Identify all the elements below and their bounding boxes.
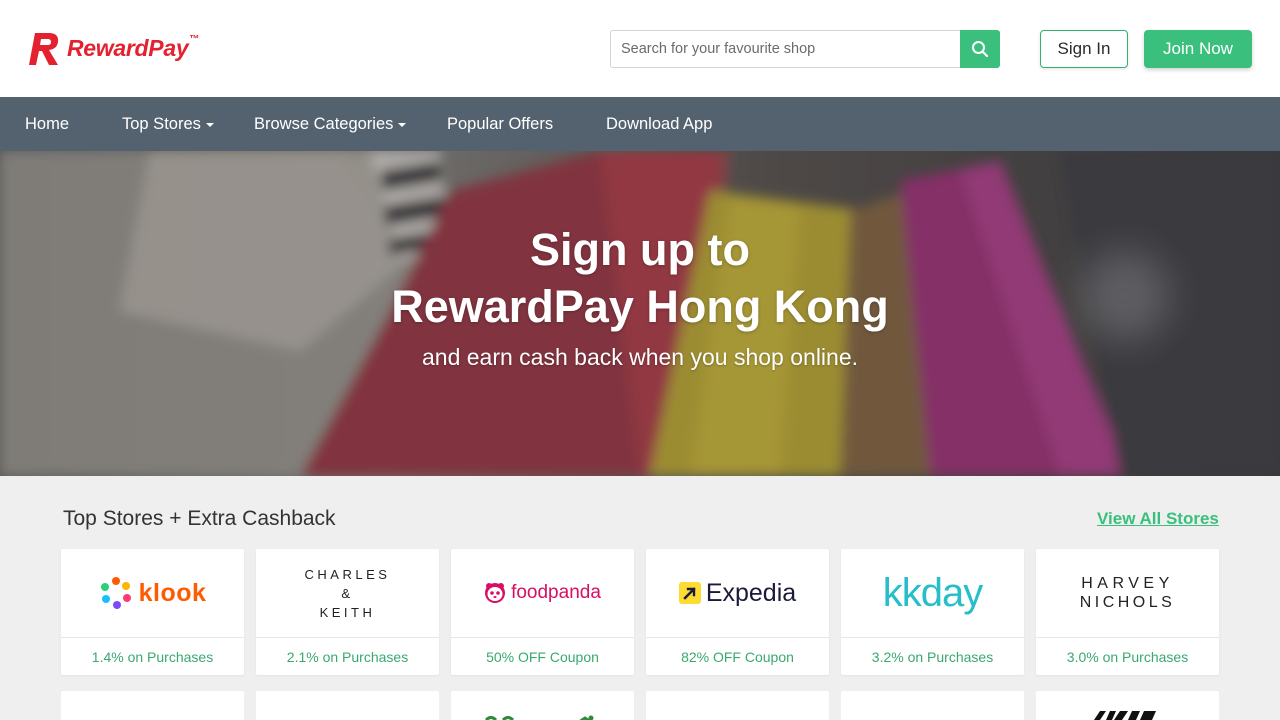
hero-banner: Sign up to RewardPay Hong Kong and earn … bbox=[0, 151, 1280, 476]
store-logo-klook: klook bbox=[61, 549, 244, 638]
rewardpay-logo[interactable]: RewardPay ™ bbox=[25, 28, 199, 68]
klook-logo-icon bbox=[100, 577, 131, 609]
store-logo-partial-icon bbox=[1094, 711, 1156, 720]
hero-title-line-2: RewardPay Hong Kong bbox=[391, 281, 889, 332]
join-now-button[interactable]: Join Now bbox=[1144, 30, 1252, 68]
nav-item-browse-categories[interactable]: Browse Categories bbox=[254, 97, 407, 151]
store-card-kkday[interactable]: kkday 3.2% on Purchases bbox=[841, 549, 1024, 675]
store-logo-expedia: Expedia bbox=[646, 549, 829, 638]
store-card-klook[interactable]: klook 1.4% on Purchases bbox=[61, 549, 244, 675]
store-card[interactable] bbox=[841, 691, 1024, 720]
nav-item-popular-offers[interactable]: Popular Offers bbox=[447, 97, 553, 151]
top-stores-title: Top Stores + Extra Cashback bbox=[63, 507, 336, 530]
nav-item-label: Download App bbox=[606, 114, 713, 133]
store-logo-harvey-nichols: HARVEY NICHOLS bbox=[1036, 549, 1219, 638]
view-all-stores-link[interactable]: View All Stores bbox=[1097, 509, 1219, 529]
panda-icon bbox=[485, 583, 506, 603]
store-offer: 3.2% on Purchases bbox=[871, 648, 994, 665]
store-name-line: & bbox=[341, 585, 354, 601]
store-card-charles-keith[interactable]: CHARLES & KEITH 2.1% on Purchases bbox=[256, 549, 439, 675]
store-offer: 82% OFF Coupon bbox=[681, 648, 794, 665]
search-input[interactable] bbox=[610, 30, 960, 68]
store-name-line: NICHOLS bbox=[1079, 594, 1176, 611]
store-card[interactable] bbox=[646, 691, 829, 720]
hero-title-line-1: Sign up to bbox=[530, 224, 750, 275]
sign-in-button[interactable]: Sign In bbox=[1040, 30, 1128, 68]
store-card-expedia[interactable]: Expedia 82% OFF Coupon bbox=[646, 549, 829, 675]
store-name-line: CHARLES bbox=[304, 566, 391, 582]
store-card-harvey-nichols[interactable]: HARVEY NICHOLS 3.0% on Purchases bbox=[1036, 549, 1219, 675]
main-nav: Home Top Stores Browse Categories Popula… bbox=[0, 97, 1280, 151]
rewardpay-logo-icon bbox=[29, 33, 59, 65]
store-name: Expedia bbox=[705, 578, 797, 607]
site-header: RewardPay™ Sign In Join Now bbox=[0, 0, 1280, 97]
store-name: foodpanda bbox=[511, 582, 601, 603]
store-logo-kkday: kkday bbox=[841, 549, 1024, 638]
search-icon bbox=[972, 41, 989, 58]
caret-down-icon bbox=[398, 123, 407, 127]
store-card[interactable] bbox=[451, 691, 634, 720]
store-logo-partial-icon bbox=[484, 715, 594, 720]
nav-item-label: Browse Categories bbox=[254, 114, 394, 133]
store-logo-charles-keith: CHARLES & KEITH bbox=[256, 549, 439, 638]
store-logo-foodpanda: foodpanda bbox=[451, 549, 634, 638]
store-name: klook bbox=[138, 578, 207, 607]
nav-item-label: Top Stores bbox=[122, 114, 201, 133]
trademark-symbol: ™ bbox=[189, 33, 200, 45]
brand-name: RewardPay bbox=[67, 34, 189, 61]
store-name-line: HARVEY bbox=[1081, 575, 1174, 592]
store-card-foodpanda[interactable]: foodpanda 50% OFF Coupon bbox=[451, 549, 634, 675]
store-offer: 2.1% on Purchases bbox=[286, 648, 409, 665]
hero-subtitle: and earn cash back when you shop online. bbox=[421, 344, 859, 370]
store-offer: 50% OFF Coupon bbox=[486, 648, 599, 665]
store-name: kkday bbox=[882, 570, 983, 615]
nav-item-label: Home bbox=[25, 114, 70, 133]
expedia-icon bbox=[678, 582, 701, 604]
store-offer: 3.0% on Purchases bbox=[1066, 648, 1189, 665]
store-search bbox=[610, 30, 1000, 68]
store-offer: 1.4% on Purchases bbox=[91, 648, 214, 665]
store-card[interactable] bbox=[256, 691, 439, 720]
search-button[interactable] bbox=[960, 30, 1000, 68]
store-name-line: KEITH bbox=[319, 604, 376, 620]
nav-item-label: Popular Offers bbox=[447, 114, 554, 133]
hero-title: Sign up to RewardPay Hong Kong bbox=[0, 221, 1280, 335]
store-card[interactable] bbox=[1036, 691, 1219, 720]
nav-item-download-app[interactable]: Download App bbox=[606, 97, 712, 151]
nav-item-home[interactable]: Home bbox=[25, 97, 69, 151]
nav-item-top-stores[interactable]: Top Stores bbox=[122, 97, 214, 151]
store-card[interactable] bbox=[61, 691, 244, 720]
caret-down-icon bbox=[205, 123, 214, 127]
